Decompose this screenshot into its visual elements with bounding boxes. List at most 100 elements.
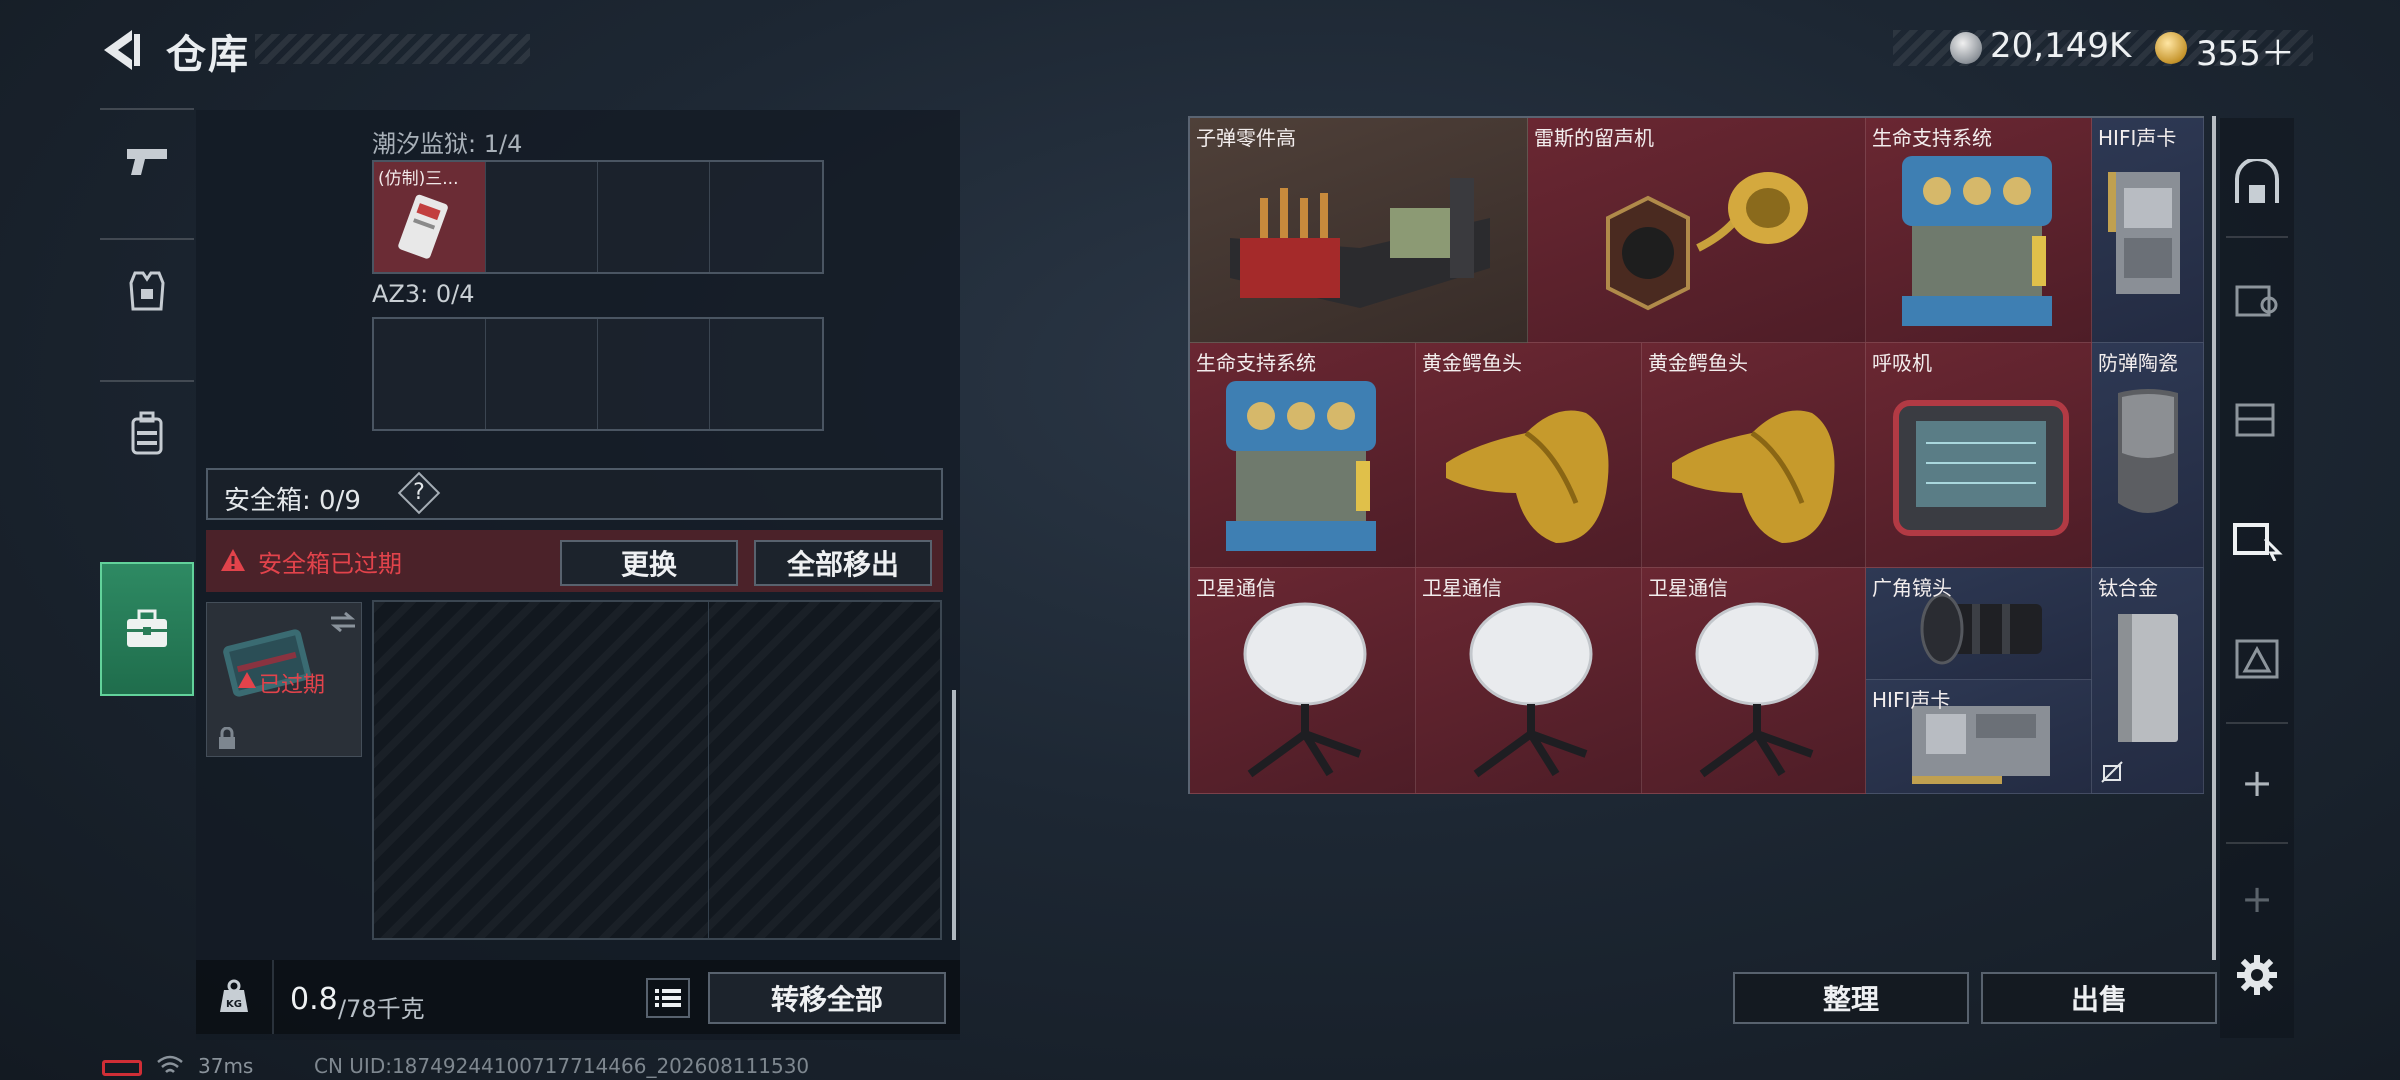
- inventory-item[interactable]: 呼吸机: [1866, 343, 2092, 568]
- add-container-icon[interactable]: +: [2220, 728, 2294, 838]
- item-name: 防弹陶瓷: [2098, 351, 2178, 375]
- hideout-tool[interactable]: [2220, 128, 2294, 238]
- tab-weapons[interactable]: [100, 116, 194, 206]
- replace-button[interactable]: 更换: [560, 540, 738, 586]
- ammo-crate-icon: [1230, 178, 1490, 308]
- az3-grid: [372, 317, 824, 431]
- container-tool-4[interactable]: [2220, 602, 2294, 712]
- container-select-icon: [2233, 523, 2283, 561]
- expired-label: 已过期: [259, 673, 326, 698]
- item-name: 雷斯的留声机: [1534, 126, 1654, 150]
- lock-icon: [219, 727, 235, 749]
- tab-armor[interactable]: [100, 246, 194, 336]
- weight-current: 0.8: [290, 982, 338, 1017]
- gold-coin-icon: [2155, 32, 2187, 64]
- uid-text: CN UID:18749244100717714466_202608111530: [314, 1054, 810, 1078]
- empty-slot[interactable]: [486, 162, 598, 272]
- title-decoration: [255, 34, 530, 64]
- life-support-icon: [1226, 381, 1376, 551]
- wifi-icon: [157, 1055, 183, 1073]
- satellite-dish-icon: [1469, 602, 1593, 778]
- item-name: 黄金鳄鱼头: [1648, 351, 1748, 375]
- item-name: 子弹零件高: [1196, 126, 1296, 150]
- inventory-item[interactable]: 生命支持系统: [1866, 118, 2092, 343]
- item-name: 卫星通信: [1422, 576, 1502, 600]
- inventory-item[interactable]: HIFI声卡: [1866, 680, 2092, 794]
- armor-vest-icon: [129, 271, 165, 311]
- inventory-item[interactable]: 卫星通信: [1416, 568, 1642, 794]
- inventory-item[interactable]: 钛合金: [2092, 568, 2204, 794]
- inventory-item[interactable]: 黄金鳄鱼头: [1642, 343, 1866, 568]
- gold-currency-value[interactable]: 355＋: [2196, 26, 2295, 75]
- empty-slot[interactable]: [598, 162, 710, 272]
- gold-croc-head-icon: [1672, 410, 1835, 543]
- alert-text: 安全箱已过期: [258, 550, 402, 578]
- sound-card-icon: [2108, 172, 2180, 294]
- sell-button[interactable]: 出售: [1981, 972, 2217, 1024]
- pass-card-icon: [398, 194, 448, 259]
- battery-icon: [102, 1060, 142, 1076]
- empty-slot[interactable]: [598, 319, 710, 429]
- inventory-item[interactable]: HIFI声卡: [2092, 118, 2204, 343]
- weight-kg-icon: KG: [220, 979, 248, 1012]
- inventory-grid: 子弹零件高 雷斯的留声机 生命支持系统 HIFI声卡 生命支持系统 黄金鳄鱼头 …: [1188, 116, 2204, 794]
- settings-button[interactable]: [2220, 920, 2294, 1030]
- inventory-item[interactable]: 广角镜头: [1866, 568, 2092, 680]
- weight-bar: KG 0.8 /78千克 转移全部: [196, 960, 960, 1034]
- inventory-item[interactable]: 黄金鳄鱼头: [1416, 343, 1642, 568]
- ping-text: 37ms: [198, 1054, 254, 1078]
- tide-prison-grid: (仿制)三...: [372, 160, 824, 274]
- item-name: 呼吸机: [1872, 351, 1932, 375]
- life-support-icon: [1902, 156, 2052, 326]
- satellite-dish-icon: [1243, 602, 1367, 778]
- item-name: 广角镜头: [1872, 576, 1952, 600]
- safebox-capacity: 安全箱: 0/9: [224, 486, 361, 516]
- safebox-grid[interactable]: [372, 600, 942, 940]
- silver-coin-icon: [1950, 32, 1982, 64]
- pistol-icon: [127, 149, 167, 175]
- empty-slot[interactable]: [710, 319, 822, 429]
- item-name: HIFI声卡: [2098, 126, 2177, 150]
- silver-currency-value: 20,149K: [1990, 26, 2132, 66]
- organize-button[interactable]: 整理: [1733, 972, 1969, 1024]
- empty-slot[interactable]: [710, 162, 822, 272]
- inventory-item[interactable]: 卫星通信: [1190, 568, 1416, 794]
- backpack-icon: [131, 411, 163, 455]
- container-tool-1[interactable]: [2220, 242, 2294, 352]
- item-name: 卫星通信: [1196, 576, 1276, 600]
- inventory-item[interactable]: 防弹陶瓷: [2092, 343, 2204, 568]
- ceramic-plate-icon: [2118, 389, 2178, 513]
- swap-icon[interactable]: [329, 611, 357, 633]
- page-title: 仓库: [166, 32, 250, 78]
- inventory-item[interactable]: (仿制)三...: [374, 162, 486, 272]
- safebox-card[interactable]: 已过期: [206, 602, 362, 757]
- empty-slot[interactable]: [374, 319, 486, 429]
- right-toolbar: + +: [2220, 118, 2294, 1038]
- safebox-header: 安全箱: 0/9 ?: [206, 468, 943, 520]
- empty-slot[interactable]: [486, 319, 598, 429]
- tab-safebox[interactable]: [100, 562, 194, 696]
- inventory-scrollbar[interactable]: [2212, 116, 2216, 960]
- hideout-icon: [2235, 159, 2279, 203]
- panel-scrollbar[interactable]: [952, 690, 956, 940]
- inventory-item[interactable]: 生命支持系统: [1190, 343, 1416, 568]
- transfer-all-button[interactable]: 转移全部: [708, 972, 946, 1024]
- back-arrow-icon[interactable]: [98, 26, 146, 74]
- item-name: (仿制)三...: [378, 169, 459, 189]
- inventory-item[interactable]: 卫星通信: [1642, 568, 1866, 794]
- list-view-button[interactable]: [646, 978, 690, 1018]
- ventilator-icon: [1893, 400, 2069, 536]
- inventory-item[interactable]: 子弹零件高: [1190, 118, 1528, 343]
- container-tool-2[interactable]: [2220, 362, 2294, 472]
- gramophone-icon: [1606, 172, 1808, 311]
- tab-backpack[interactable]: [100, 388, 194, 478]
- az3-label: AZ3: 0/4: [372, 280, 475, 308]
- remove-all-button[interactable]: 全部移出: [754, 540, 932, 586]
- container-search-icon: [2235, 285, 2278, 317]
- container-tool-3-active[interactable]: [2220, 482, 2294, 592]
- titanium-block-icon: [2118, 614, 2178, 742]
- left-category-tabs: [100, 108, 194, 708]
- warning-icon: [238, 672, 256, 688]
- gear-icon: [2237, 955, 2277, 995]
- inventory-item[interactable]: 雷斯的留声机: [1528, 118, 1866, 343]
